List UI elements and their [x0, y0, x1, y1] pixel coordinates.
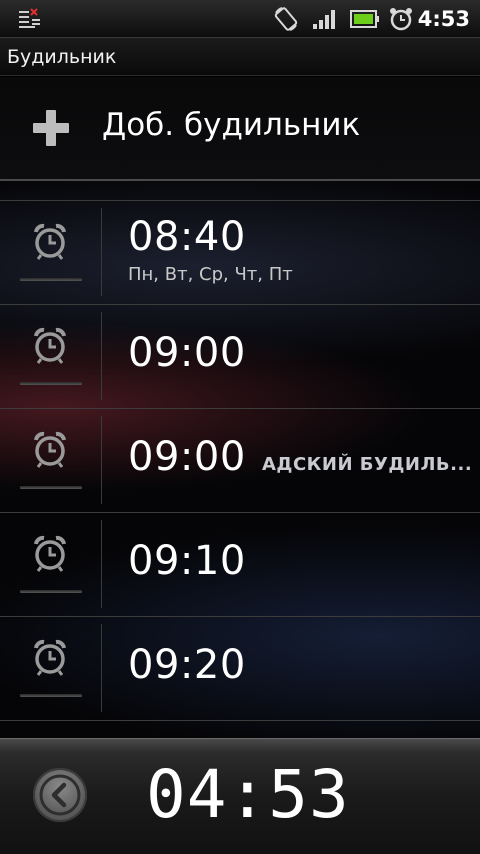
alarm-status-bar	[20, 694, 82, 697]
alarm-toggle-icon[interactable]	[30, 638, 70, 678]
alarm-toggle-icon[interactable]	[30, 430, 70, 470]
add-alarm-label: Доб. будильник	[102, 107, 361, 143]
alarm-days: Пн, Вт, Ср, Чт, Пт	[128, 264, 293, 285]
alarm-row[interactable]: 09:10	[0, 512, 480, 616]
alarm-row[interactable]: 09:00 АДСКИЙ БУДИЛЬ...	[0, 408, 480, 512]
alarm-time: 09:20	[128, 642, 246, 688]
alarm-time: 09:00	[128, 330, 246, 376]
add-alarm-button[interactable]: Доб. будильник	[0, 77, 480, 179]
status-clock: 4:53	[417, 7, 470, 31]
alarm-status-bar	[20, 382, 82, 385]
plus-icon	[33, 110, 69, 146]
status-bar: 4:53	[0, 0, 480, 38]
page-title: Будильник	[7, 46, 117, 68]
bottom-bar: 04:53	[0, 738, 480, 854]
title-bar: Будильник	[0, 38, 480, 76]
alarm-time: 09:10	[128, 538, 246, 584]
divider	[0, 200, 480, 201]
rotate-icon	[272, 0, 300, 38]
alarm-status-bar	[20, 486, 82, 489]
alarm-row[interactable]: 09:00	[0, 304, 480, 408]
divider	[0, 720, 480, 721]
back-arrow-icon	[39, 774, 81, 816]
alarm-toggle-icon[interactable]	[30, 534, 70, 574]
divider	[0, 304, 480, 305]
divider	[0, 179, 480, 181]
vertical-divider	[101, 624, 102, 712]
alarm-row[interactable]: 09:20	[0, 616, 480, 720]
divider	[0, 512, 480, 513]
alarm-row[interactable]: 08:40 Пн, Вт, Ср, Чт, Пт	[0, 200, 480, 304]
signal-icon	[312, 0, 338, 38]
vertical-divider	[101, 312, 102, 400]
vertical-divider	[101, 520, 102, 608]
alarm-clock-icon	[388, 0, 414, 38]
current-time-display: 04:53	[146, 756, 350, 833]
alarm-toggle-icon[interactable]	[30, 326, 70, 366]
alarm-status-bar	[20, 590, 82, 593]
divider	[0, 616, 480, 617]
back-button[interactable]	[33, 768, 87, 822]
alarm-toggle-icon[interactable]	[30, 222, 70, 262]
vertical-divider	[101, 208, 102, 296]
alarm-time: 09:00	[128, 434, 246, 480]
divider	[0, 408, 480, 409]
notification-icon[interactable]	[18, 0, 42, 38]
alarm-label: АДСКИЙ БУДИЛЬ...	[262, 454, 473, 475]
battery-icon	[350, 0, 380, 38]
alarm-status-bar	[20, 278, 82, 281]
alarm-list: Доб. будильник 08:40 Пн, Вт, Ср, Чт, Пт	[0, 77, 480, 738]
vertical-divider	[101, 416, 102, 504]
alarm-time: 08:40	[128, 214, 246, 260]
